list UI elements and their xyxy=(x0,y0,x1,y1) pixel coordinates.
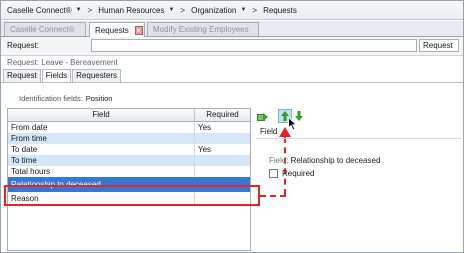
chevron-right-icon: > xyxy=(180,5,186,15)
cell-required: Yes xyxy=(198,145,212,154)
cell-field: To date xyxy=(11,145,38,154)
dropdown-arrow-icon[interactable]: ▼ xyxy=(168,7,174,13)
app-window: Caselle Connect® ▼ > Human Resources ▼ >… xyxy=(0,0,464,253)
tab-label: Requests xyxy=(95,25,129,35)
dropdown-arrow-icon[interactable]: ▼ xyxy=(76,7,82,13)
divider xyxy=(1,82,463,83)
column-header-field[interactable]: Field xyxy=(8,109,195,121)
chevron-right-icon: > xyxy=(87,5,93,15)
highlight-box xyxy=(4,185,260,206)
document-tabstrip: Caselle Connect® Requests ✕ Modify Exist… xyxy=(1,21,463,37)
tab-label: Modify Existing Employees xyxy=(153,25,249,34)
field-detail-label: Field: xyxy=(269,156,289,165)
highlight-connector xyxy=(260,195,286,197)
identification-fields-label: Identification fields: xyxy=(19,94,83,103)
breadcrumb-item-app[interactable]: Caselle Connect® xyxy=(7,6,72,15)
breadcrumb-item-hr[interactable]: Human Resources xyxy=(98,6,164,15)
tab-requests[interactable]: Requests ✕ xyxy=(89,22,145,37)
cell-field: From time xyxy=(11,134,47,143)
grid-header: Field Required xyxy=(8,109,250,122)
tab-modify-existing-employees[interactable]: Modify Existing Employees xyxy=(147,22,259,36)
fields-grid: Field Required From date Yes From time T… xyxy=(7,108,251,251)
table-row[interactable]: From date Yes xyxy=(8,122,250,133)
request-description: Request: Leave - Bereavement xyxy=(7,58,118,67)
request-button[interactable]: Request xyxy=(419,39,459,52)
cell-field: From date xyxy=(11,123,48,132)
breadcrumb-item-organization[interactable]: Organization xyxy=(191,6,236,15)
table-row[interactable]: To time xyxy=(8,155,250,166)
table-row[interactable]: Total hours xyxy=(8,166,250,177)
required-checkbox[interactable] xyxy=(269,169,278,178)
tab-requesters[interactable]: Requesters xyxy=(72,69,122,82)
request-label: Request: xyxy=(7,41,40,50)
tab-request[interactable]: Request xyxy=(3,69,41,82)
required-checkbox-label[interactable]: Required xyxy=(282,169,314,178)
dropdown-arrow-icon[interactable]: ▼ xyxy=(240,7,246,13)
tab-caselle-connect[interactable]: Caselle Connect® xyxy=(4,22,86,36)
identification-fields-value: Position xyxy=(85,94,113,103)
column-header-required[interactable]: Required xyxy=(195,109,250,121)
tab-label: Caselle Connect® xyxy=(10,25,75,34)
cell-field: Total hours xyxy=(11,167,51,176)
table-row[interactable]: From time xyxy=(8,133,250,144)
chevron-right-icon: > xyxy=(252,5,258,15)
cell-field: To time xyxy=(11,156,37,165)
field-detail: Field: Relationship to deceased xyxy=(269,156,380,165)
identification-fields: Identification fields: Position xyxy=(19,94,112,103)
request-bar: Request: Request xyxy=(1,37,463,56)
subtab-strip: Request Fields Requesters xyxy=(3,69,122,83)
tab-fields[interactable]: Fields xyxy=(41,69,72,83)
breadcrumb-item-requests[interactable]: Requests xyxy=(263,6,297,15)
highlight-connector xyxy=(284,137,286,195)
field-detail-value: Relationship to deceased xyxy=(290,156,381,165)
close-icon[interactable]: ✕ xyxy=(134,25,143,35)
divider xyxy=(256,138,462,139)
request-input[interactable] xyxy=(91,39,417,52)
move-field-icon[interactable] xyxy=(257,112,269,122)
mouse-pointer-icon xyxy=(288,116,298,133)
cell-required: Yes xyxy=(198,123,212,132)
table-row[interactable]: To date Yes xyxy=(8,144,250,155)
field-panel-header: Field xyxy=(260,127,278,136)
breadcrumb: Caselle Connect® ▼ > Human Resources ▼ >… xyxy=(1,1,463,20)
